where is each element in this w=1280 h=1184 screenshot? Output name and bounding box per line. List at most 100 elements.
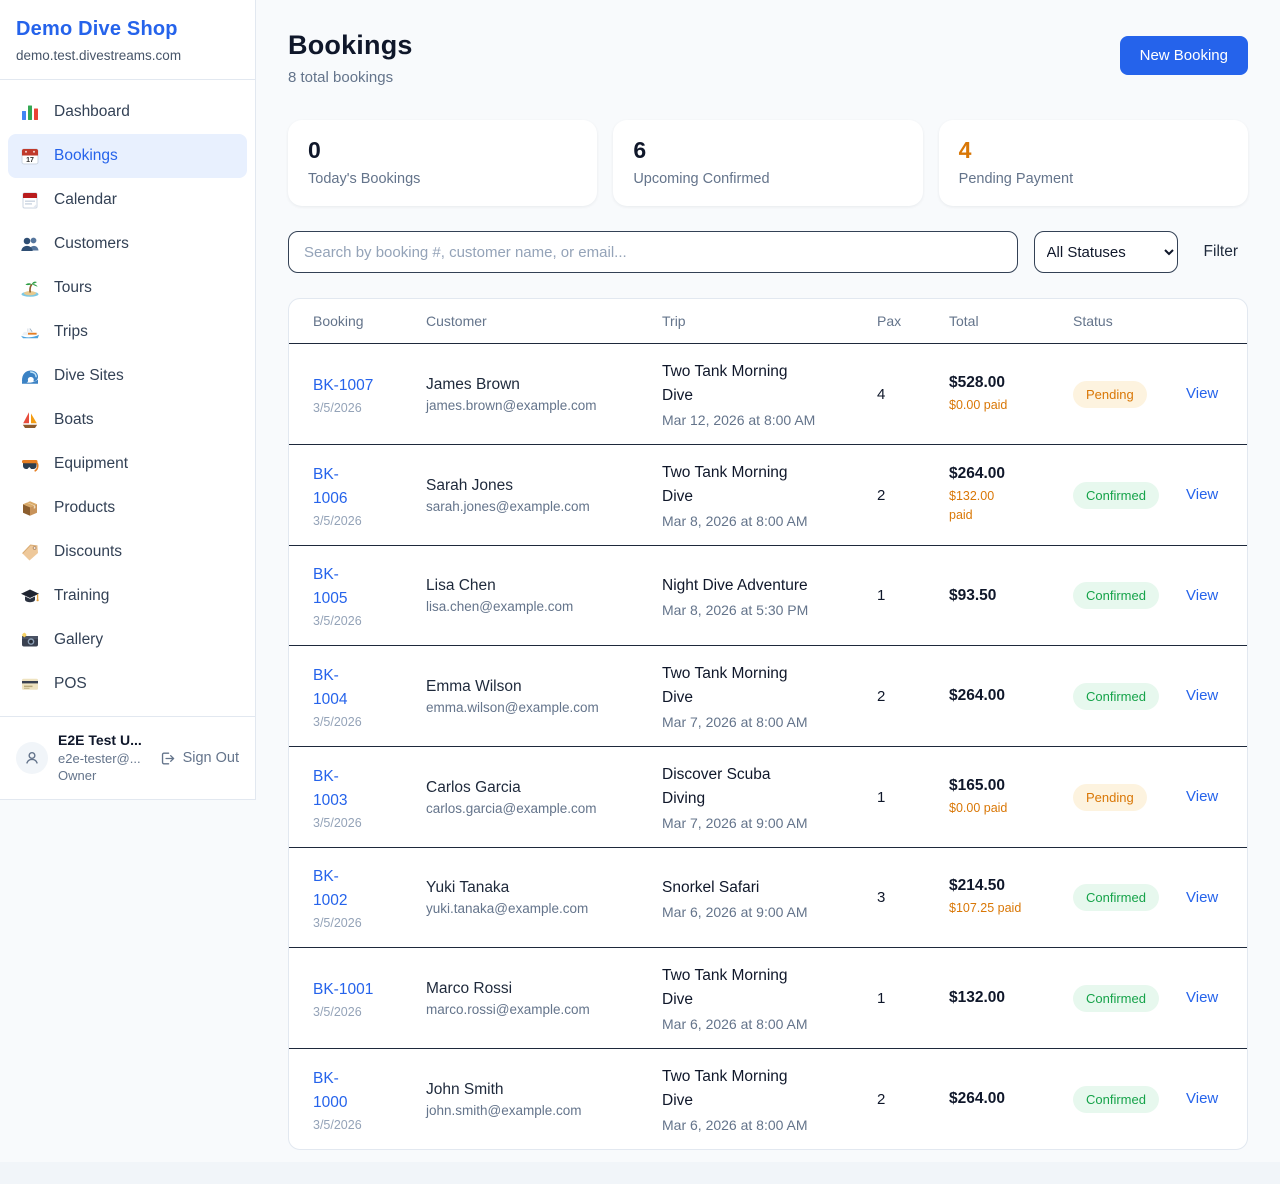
trip-name: Discover Scuba Diving (662, 763, 877, 811)
pax-count: 3 (877, 889, 949, 906)
customer-name: Marco Rossi (426, 980, 662, 998)
sidebar-item-customers[interactable]: Customers (8, 222, 247, 266)
stat-label: Today's Bookings (308, 171, 577, 187)
paid-amount: $107.25 paid (949, 899, 1039, 918)
sidebar-item-label: POS (54, 675, 87, 693)
booking-date: 3/5/2026 (313, 816, 426, 830)
sidebar-item-boats[interactable]: Boats (8, 398, 247, 442)
pax-count: 1 (877, 990, 949, 1007)
trip-name: Two Tank Morning Dive (662, 461, 877, 509)
total-amount: $214.50 (949, 877, 1073, 895)
view-link[interactable]: View (1186, 889, 1218, 906)
table-row: BK- 1003 3/5/2026 Carlos Garcia carlos.g… (289, 746, 1247, 847)
customer-email: emma.wilson@example.com (426, 700, 662, 715)
view-link[interactable]: View (1186, 989, 1218, 1006)
logo-block: Demo Dive Shop demo.test.divestreams.com (0, 0, 255, 80)
sidebar-item-calendar[interactable]: Calendar (8, 178, 247, 222)
booking-link[interactable]: BK- 1005 (313, 563, 347, 611)
search-input[interactable] (288, 231, 1018, 273)
sidebar-item-label: Customers (54, 235, 129, 253)
customer-email: lisa.chen@example.com (426, 599, 662, 614)
status-badge: Confirmed (1073, 582, 1159, 609)
customer-name: Lisa Chen (426, 577, 662, 595)
svg-text:17: 17 (26, 157, 34, 164)
sidebar-item-tours[interactable]: Tours (8, 266, 247, 310)
pax-count: 2 (877, 487, 949, 504)
customer-name: Sarah Jones (426, 477, 662, 495)
sidebar-item-equipment[interactable]: Equipment (8, 442, 247, 486)
status-badge: Pending (1073, 381, 1147, 408)
sidebar-user-footer: E2E Test U... e2e-tester@... Owner Sign … (0, 716, 255, 799)
view-link[interactable]: View (1186, 385, 1218, 402)
sidebar-item-label: Gallery (54, 631, 103, 649)
filter-button[interactable]: Filter (1194, 243, 1248, 261)
view-link[interactable]: View (1186, 687, 1218, 704)
table-row: BK- 1002 3/5/2026 Yuki Tanaka yuki.tanak… (289, 847, 1247, 947)
sign-out-icon (159, 750, 176, 767)
sidebar-item-bookings[interactable]: 17 Bookings (8, 134, 247, 178)
sidebar-item-dashboard[interactable]: Dashboard (8, 90, 247, 134)
trip-name: Two Tank Morning Dive (662, 662, 877, 710)
booking-date: 3/5/2026 (313, 401, 426, 415)
column-header-status: Status (1073, 313, 1186, 329)
view-link[interactable]: View (1186, 587, 1218, 604)
trip-name: Two Tank Morning Dive (662, 1065, 877, 1113)
view-link[interactable]: View (1186, 1090, 1218, 1107)
booking-date: 3/5/2026 (313, 614, 426, 628)
booking-date: 3/5/2026 (313, 514, 426, 528)
booking-link[interactable]: BK- 1003 (313, 765, 347, 813)
status-badge: Pending (1073, 784, 1147, 811)
customer-name: Yuki Tanaka (426, 879, 662, 897)
booking-link[interactable]: BK-1007 (313, 374, 373, 398)
sign-out-button[interactable]: Sign Out (159, 750, 239, 767)
table-header-row: Booking Customer Trip Pax Total Status (289, 299, 1247, 344)
view-link[interactable]: View (1186, 486, 1218, 503)
sidebar-item-label: Boats (54, 411, 94, 429)
filter-row: All Statuses Filter (288, 231, 1248, 273)
trip-time: Mar 6, 2026 at 9:00 AM (662, 904, 877, 920)
status-badge: Confirmed (1073, 482, 1159, 509)
column-header-customer: Customer (426, 313, 662, 329)
customer-email: john.smith@example.com (426, 1103, 662, 1118)
sidebar-item-dive-sites[interactable]: Dive Sites (8, 354, 247, 398)
trip-time: Mar 6, 2026 at 8:00 AM (662, 1117, 877, 1133)
sidebar-item-training[interactable]: Training (8, 574, 247, 618)
table-row: BK-1001 3/5/2026 Marco Rossi marco.rossi… (289, 947, 1247, 1048)
customer-email: carlos.garcia@example.com (426, 801, 662, 816)
booking-date: 3/5/2026 (313, 715, 426, 729)
trip-time: Mar 8, 2026 at 8:00 AM (662, 513, 877, 529)
people-icon (20, 234, 40, 254)
booking-link[interactable]: BK- 1004 (313, 664, 347, 712)
booking-link[interactable]: BK- 1000 (313, 1067, 347, 1115)
view-link[interactable]: View (1186, 788, 1218, 805)
avatar (16, 742, 48, 774)
booking-date: 3/5/2026 (313, 1005, 426, 1019)
booking-date: 3/5/2026 (313, 916, 426, 930)
sidebar-item-gallery[interactable]: Gallery (8, 618, 247, 662)
sidebar-nav: Dashboard 17 Bookings Calendar Customers… (0, 80, 255, 716)
tag-icon (20, 542, 40, 562)
total-amount: $264.00 (949, 465, 1073, 483)
column-header-booking: Booking (313, 313, 426, 329)
sidebar-item-discounts[interactable]: Discounts (8, 530, 247, 574)
sidebar-item-label: Dive Sites (54, 367, 124, 385)
graduation-cap-icon (20, 586, 40, 606)
booking-link[interactable]: BK- 1006 (313, 463, 347, 511)
new-booking-button[interactable]: New Booking (1120, 36, 1248, 75)
stat-value: 6 (633, 137, 902, 164)
sidebar-item-label: Bookings (54, 147, 118, 165)
trip-name: Night Dive Adventure (662, 574, 877, 598)
booking-link[interactable]: BK-1001 (313, 978, 373, 1002)
sidebar-item-products[interactable]: Products (8, 486, 247, 530)
pax-count: 1 (877, 587, 949, 604)
booking-link[interactable]: BK- 1002 (313, 865, 347, 913)
trip-time: Mar 7, 2026 at 8:00 AM (662, 714, 877, 730)
sidebar-item-trips[interactable]: Trips (8, 310, 247, 354)
table-row: BK- 1004 3/5/2026 Emma Wilson emma.wilso… (289, 645, 1247, 746)
bar-chart-icon (20, 102, 40, 122)
sidebar-item-label: Products (54, 499, 115, 517)
user-name: E2E Test U... (58, 731, 142, 750)
sidebar-item-pos[interactable]: POS (8, 662, 247, 706)
sidebar-item-label: Calendar (54, 191, 117, 209)
status-filter-select[interactable]: All Statuses (1034, 231, 1178, 273)
